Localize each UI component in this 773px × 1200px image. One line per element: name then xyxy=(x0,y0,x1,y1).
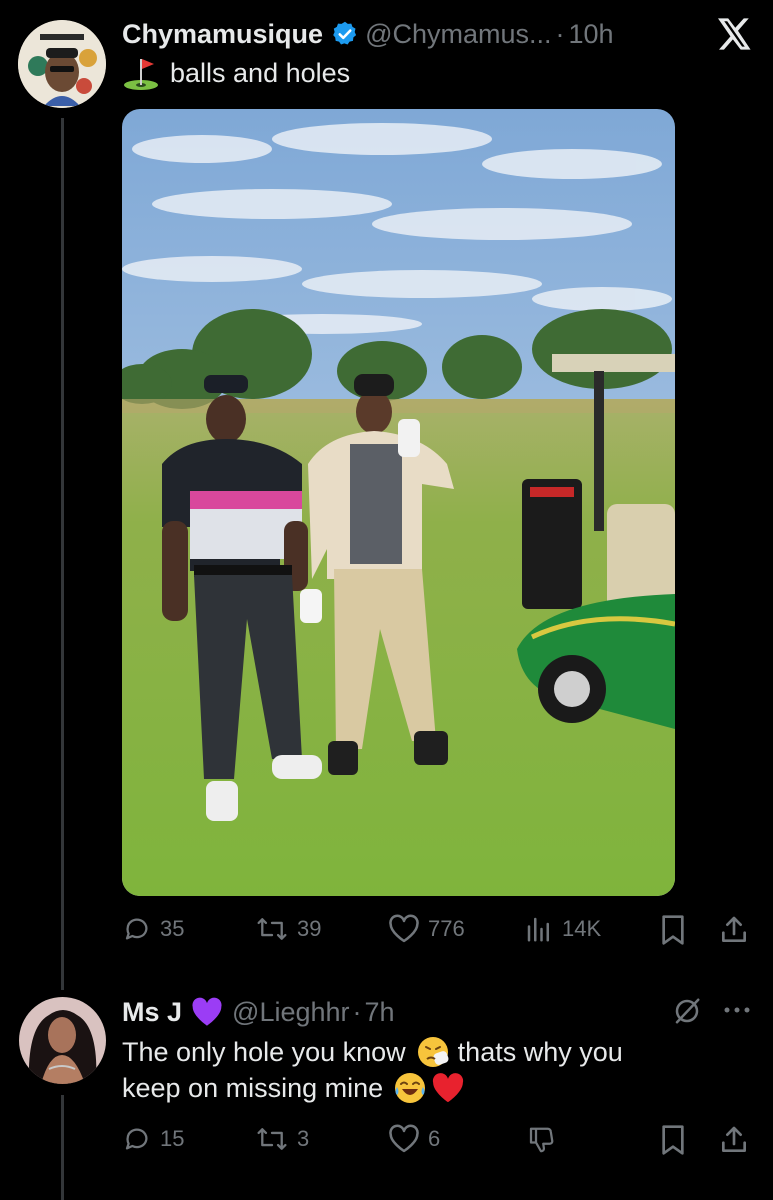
reply-count: 35 xyxy=(160,916,185,941)
thread-line-bottom xyxy=(61,1095,64,1200)
grok-icon xyxy=(675,998,700,1024)
like-button[interactable]: 776 xyxy=(388,914,465,944)
red-heart-icon xyxy=(431,1072,465,1104)
post-time[interactable]: 10h xyxy=(569,19,614,50)
reply-text-part-1: The only hole you know xyxy=(122,1037,406,1067)
repost-icon xyxy=(257,1128,287,1150)
reply-author-avatar[interactable] xyxy=(19,997,106,1084)
separator-dot: · xyxy=(555,18,565,49)
purple-heart-icon xyxy=(190,997,224,1027)
share-icon xyxy=(722,916,746,942)
sneezing-face-icon xyxy=(416,1035,450,1069)
share-button[interactable] xyxy=(718,914,758,946)
post-photo[interactable] xyxy=(122,109,675,896)
reply-bookmark-button[interactable] xyxy=(659,1124,695,1156)
like-icon xyxy=(389,914,419,943)
grok-button[interactable] xyxy=(672,996,710,1026)
more-icon xyxy=(724,1007,750,1013)
reply-author-handle[interactable]: @Lieghhr xyxy=(232,997,349,1028)
reply-repost-button[interactable]: 3 xyxy=(255,1124,309,1154)
reply-text-part-3: keep on missing mine xyxy=(122,1073,384,1103)
x-logo-icon[interactable] xyxy=(718,18,752,55)
views-count: 14K xyxy=(562,916,602,941)
bookmark-icon xyxy=(662,1125,684,1155)
reply-author-name[interactable]: Ms J xyxy=(122,997,182,1028)
bookmark-icon xyxy=(662,915,684,945)
views-button[interactable]: 14K xyxy=(524,914,601,944)
share-icon xyxy=(722,1126,746,1152)
verified-badge-icon xyxy=(331,20,359,48)
flag-in-hole-icon xyxy=(122,55,160,91)
repost-count: 39 xyxy=(297,916,322,941)
author-handle[interactable]: @Chymamus... xyxy=(365,19,551,50)
reply-time[interactable]: 7h xyxy=(365,997,395,1028)
reply-like-button[interactable]: 6 xyxy=(388,1124,440,1154)
reply-separator-dot: · xyxy=(352,996,362,1027)
reply-text-line-1: The only hole you know thats why you xyxy=(122,1033,623,1071)
tears-of-joy-icon xyxy=(393,1071,427,1105)
like-count: 776 xyxy=(428,916,465,941)
reply-icon xyxy=(125,918,148,940)
author-name[interactable]: Chymamusique xyxy=(122,19,323,50)
reply-text-part-2: thats why you xyxy=(457,1037,623,1067)
author-avatar[interactable] xyxy=(18,20,106,108)
reply-like-count: 6 xyxy=(428,1126,441,1151)
reply-reply-button[interactable]: 15 xyxy=(122,1124,184,1154)
downvote-button[interactable] xyxy=(526,1124,564,1156)
reply-repost-count: 3 xyxy=(297,1126,310,1151)
reply-header: Ms J @Lieghhr · 7h xyxy=(122,994,395,1030)
post-text-content: balls and holes xyxy=(170,58,351,88)
reply-button[interactable]: 35 xyxy=(122,914,184,944)
post-text: balls and holes xyxy=(122,54,350,92)
reply-reply-count: 15 xyxy=(160,1126,185,1151)
post-header: Chymamusique @Chymamus... · 10h xyxy=(122,16,614,52)
reply-icon xyxy=(125,1128,148,1150)
bookmark-button[interactable] xyxy=(659,914,695,946)
views-icon xyxy=(527,917,549,942)
reply-share-button[interactable] xyxy=(718,1124,758,1156)
thread-line-top xyxy=(61,118,64,990)
downvote-icon xyxy=(529,1127,554,1153)
repost-icon xyxy=(257,918,287,940)
repost-button[interactable]: 39 xyxy=(255,914,321,944)
like-icon xyxy=(389,1124,419,1153)
more-button[interactable] xyxy=(722,1000,760,1020)
reply-text-line-2: keep on missing mine xyxy=(122,1069,465,1107)
